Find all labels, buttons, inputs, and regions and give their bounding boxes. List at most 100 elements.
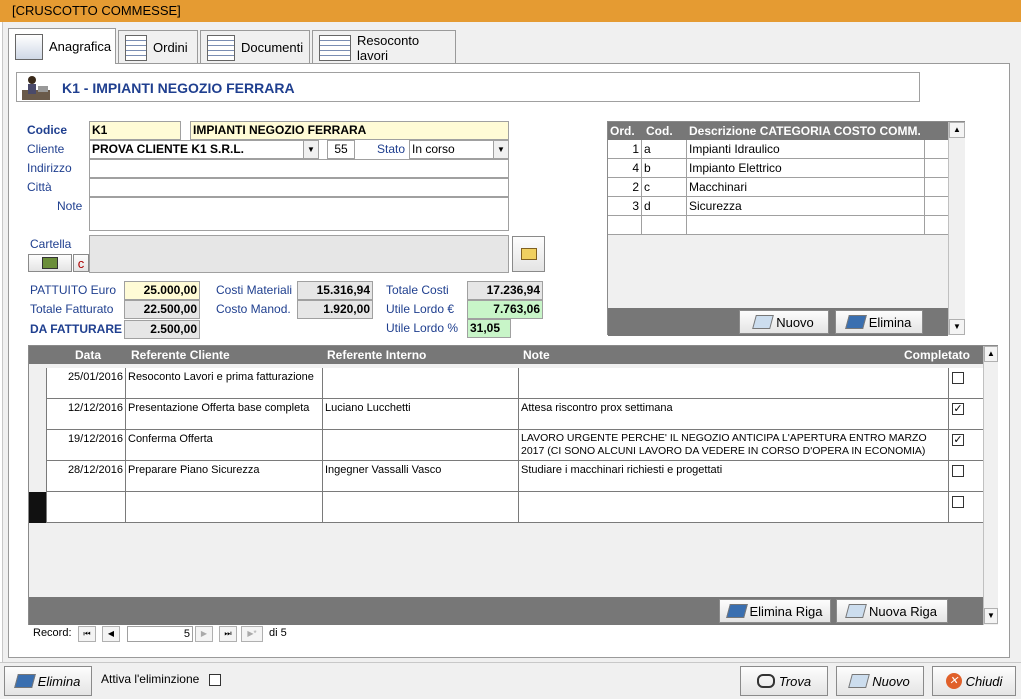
tab-ordini[interactable]: Ordini [118,30,198,64]
cell-descrizione[interactable]: Impianti Idraulico [687,140,925,158]
cell-referente-cliente[interactable] [126,492,323,523]
completato-checkbox[interactable] [952,496,964,508]
next-record-icon[interactable]: ▶ [195,626,213,642]
cell-referente-interno[interactable]: Luciano Lucchetti [323,399,519,430]
table-row[interactable]: 1 a Impianti Idraulico [608,140,964,159]
chevron-down-icon[interactable]: ▼ [493,141,508,158]
record-number-field[interactable]: 5 [127,626,193,642]
cell-note[interactable]: Attesa riscontro prox settimana [519,399,949,430]
tab-resoconto-lavori[interactable]: Resoconto lavori [312,30,456,64]
stato-select[interactable]: In corso ▼ [409,140,509,159]
pattuito-value[interactable]: 25.000,00 [124,281,200,300]
cell-cod[interactable] [642,216,687,234]
cell-ord[interactable] [608,216,642,234]
cell-data[interactable]: 25/01/2016 [47,368,126,399]
completato-checkbox[interactable]: ✓ [952,434,964,446]
da-fatturare-value: 2.500,00 [124,320,200,339]
table-row-new[interactable] [29,492,983,523]
codice-field[interactable]: K1 [89,121,181,140]
table-row[interactable]: 12/12/2016 Presentazione Offerta base co… [29,399,983,430]
cell-referente-cliente[interactable]: Presentazione Offerta base completa [126,399,323,430]
descrizione-field[interactable]: IMPIANTI NEGOZIO FERRARA [190,121,509,140]
elimina-button[interactable]: Elimina [4,666,92,696]
nuova-riga-button[interactable]: Nuova Riga [836,599,948,623]
citta-field[interactable] [89,178,509,197]
table-row[interactable]: 2 c Macchinari [608,178,964,197]
log-scrollbar[interactable]: ▲ ▼ [983,346,998,625]
tab-documenti[interactable]: Documenti [200,30,310,64]
cell-ord[interactable]: 4 [608,159,642,177]
elimina-riga-button[interactable]: Elimina Riga [719,599,831,623]
trova-button[interactable]: Trova [740,666,828,696]
cell-referente-interno[interactable] [323,492,519,523]
cell-ord[interactable]: 3 [608,197,642,215]
cell-cod[interactable]: d [642,197,687,215]
completato-checkbox[interactable] [952,372,964,384]
open-folder-button[interactable] [512,236,545,272]
row-selector[interactable] [29,399,47,430]
cell-ord[interactable]: 1 [608,140,642,158]
nuovo-button[interactable]: Nuovo [836,666,924,696]
chevron-down-icon[interactable]: ▼ [303,141,318,158]
scroll-down-icon[interactable]: ▼ [984,608,998,624]
scroll-up-icon[interactable]: ▲ [949,122,965,138]
cell-referente-cliente[interactable]: Conferma Offerta [126,430,323,461]
codice-label: Codice [27,123,68,137]
cartella-field[interactable] [89,235,509,273]
attiva-eliminazione-checkbox[interactable] [209,674,221,686]
completato-checkbox[interactable] [952,465,964,477]
cell-referente-cliente[interactable]: Preparare Piano Sicurezza [126,461,323,492]
cell-cod[interactable]: b [642,159,687,177]
first-record-icon[interactable]: ⏮ [78,626,96,642]
record-count: di 5 [269,627,287,639]
scroll-down-icon[interactable]: ▼ [949,319,965,335]
table-row[interactable]: 19/12/2016 Conferma Offerta LAVORO URGEN… [29,430,983,461]
cell-descrizione[interactable]: Sicurezza [687,197,925,215]
table-row[interactable]: 28/12/2016 Preparare Piano Sicurezza Ing… [29,461,983,492]
indirizzo-field[interactable] [89,159,509,178]
row-selector[interactable] [29,368,47,399]
table-row[interactable]: 3 d Sicurezza [608,197,964,216]
cell-note[interactable]: LAVORO URGENTE PERCHE' IL NEGOZIO ANTICI… [519,430,949,461]
current-record-indicator-icon[interactable] [29,492,47,523]
cliente-select[interactable]: PROVA CLIENTE K1 S.R.L. ▼ [89,140,319,159]
note-field[interactable] [89,197,509,231]
cell-data[interactable]: 19/12/2016 [47,430,126,461]
row-selector[interactable] [29,430,47,461]
open-map-button[interactable] [28,254,72,272]
cell-data[interactable]: 28/12/2016 [47,461,126,492]
elimina-categoria-button[interactable]: Elimina [835,310,923,334]
cell-referente-interno[interactable] [323,430,519,461]
new-record-icon[interactable]: ▶* [241,626,263,642]
table-row-new[interactable] [608,216,964,235]
cell-descrizione[interactable] [687,216,925,234]
cell-referente-cliente[interactable]: Resoconto Lavori e prima fatturazione [126,368,323,399]
c-button[interactable]: c [73,254,89,272]
cell-cod[interactable]: a [642,140,687,158]
cell-descrizione[interactable]: Impianto Elettrico [687,159,925,177]
tab-anagrafica[interactable]: Anagrafica [8,28,116,64]
cell-referente-interno[interactable]: Ingegner Vassalli Vasco [323,461,519,492]
cell-descrizione[interactable]: Macchinari [687,178,925,196]
completato-checkbox[interactable]: ✓ [952,403,964,415]
last-record-icon[interactable]: ⏭ [219,626,237,642]
cell-referente-interno[interactable] [323,368,519,399]
chiudi-button[interactable]: ✕ Chiudi [932,666,1016,696]
prev-record-icon[interactable]: ◀ [102,626,120,642]
table-row[interactable]: 4 b Impianto Elettrico [608,159,964,178]
row-selector[interactable] [29,461,47,492]
nuovo-categoria-button[interactable]: Nuovo [739,310,829,334]
tab-label: Resoconto lavori [357,32,420,63]
scroll-up-icon[interactable]: ▲ [984,346,998,362]
cell-data[interactable]: 12/12/2016 [47,399,126,430]
cliente-code-field[interactable]: 55 [327,140,355,159]
cell-note[interactable] [519,492,949,523]
cell-cod[interactable]: c [642,178,687,196]
cell-note[interactable]: Studiare i macchinari richiesti e proget… [519,461,949,492]
cell-data[interactable] [47,492,126,523]
cell-note[interactable] [519,368,949,399]
cell-ord[interactable]: 2 [608,178,642,196]
categories-scrollbar[interactable]: ▲ ▼ [948,122,965,335]
col-cod: Cod. [646,124,673,138]
table-row[interactable]: 25/01/2016 Resoconto Lavori e prima fatt… [29,368,983,399]
